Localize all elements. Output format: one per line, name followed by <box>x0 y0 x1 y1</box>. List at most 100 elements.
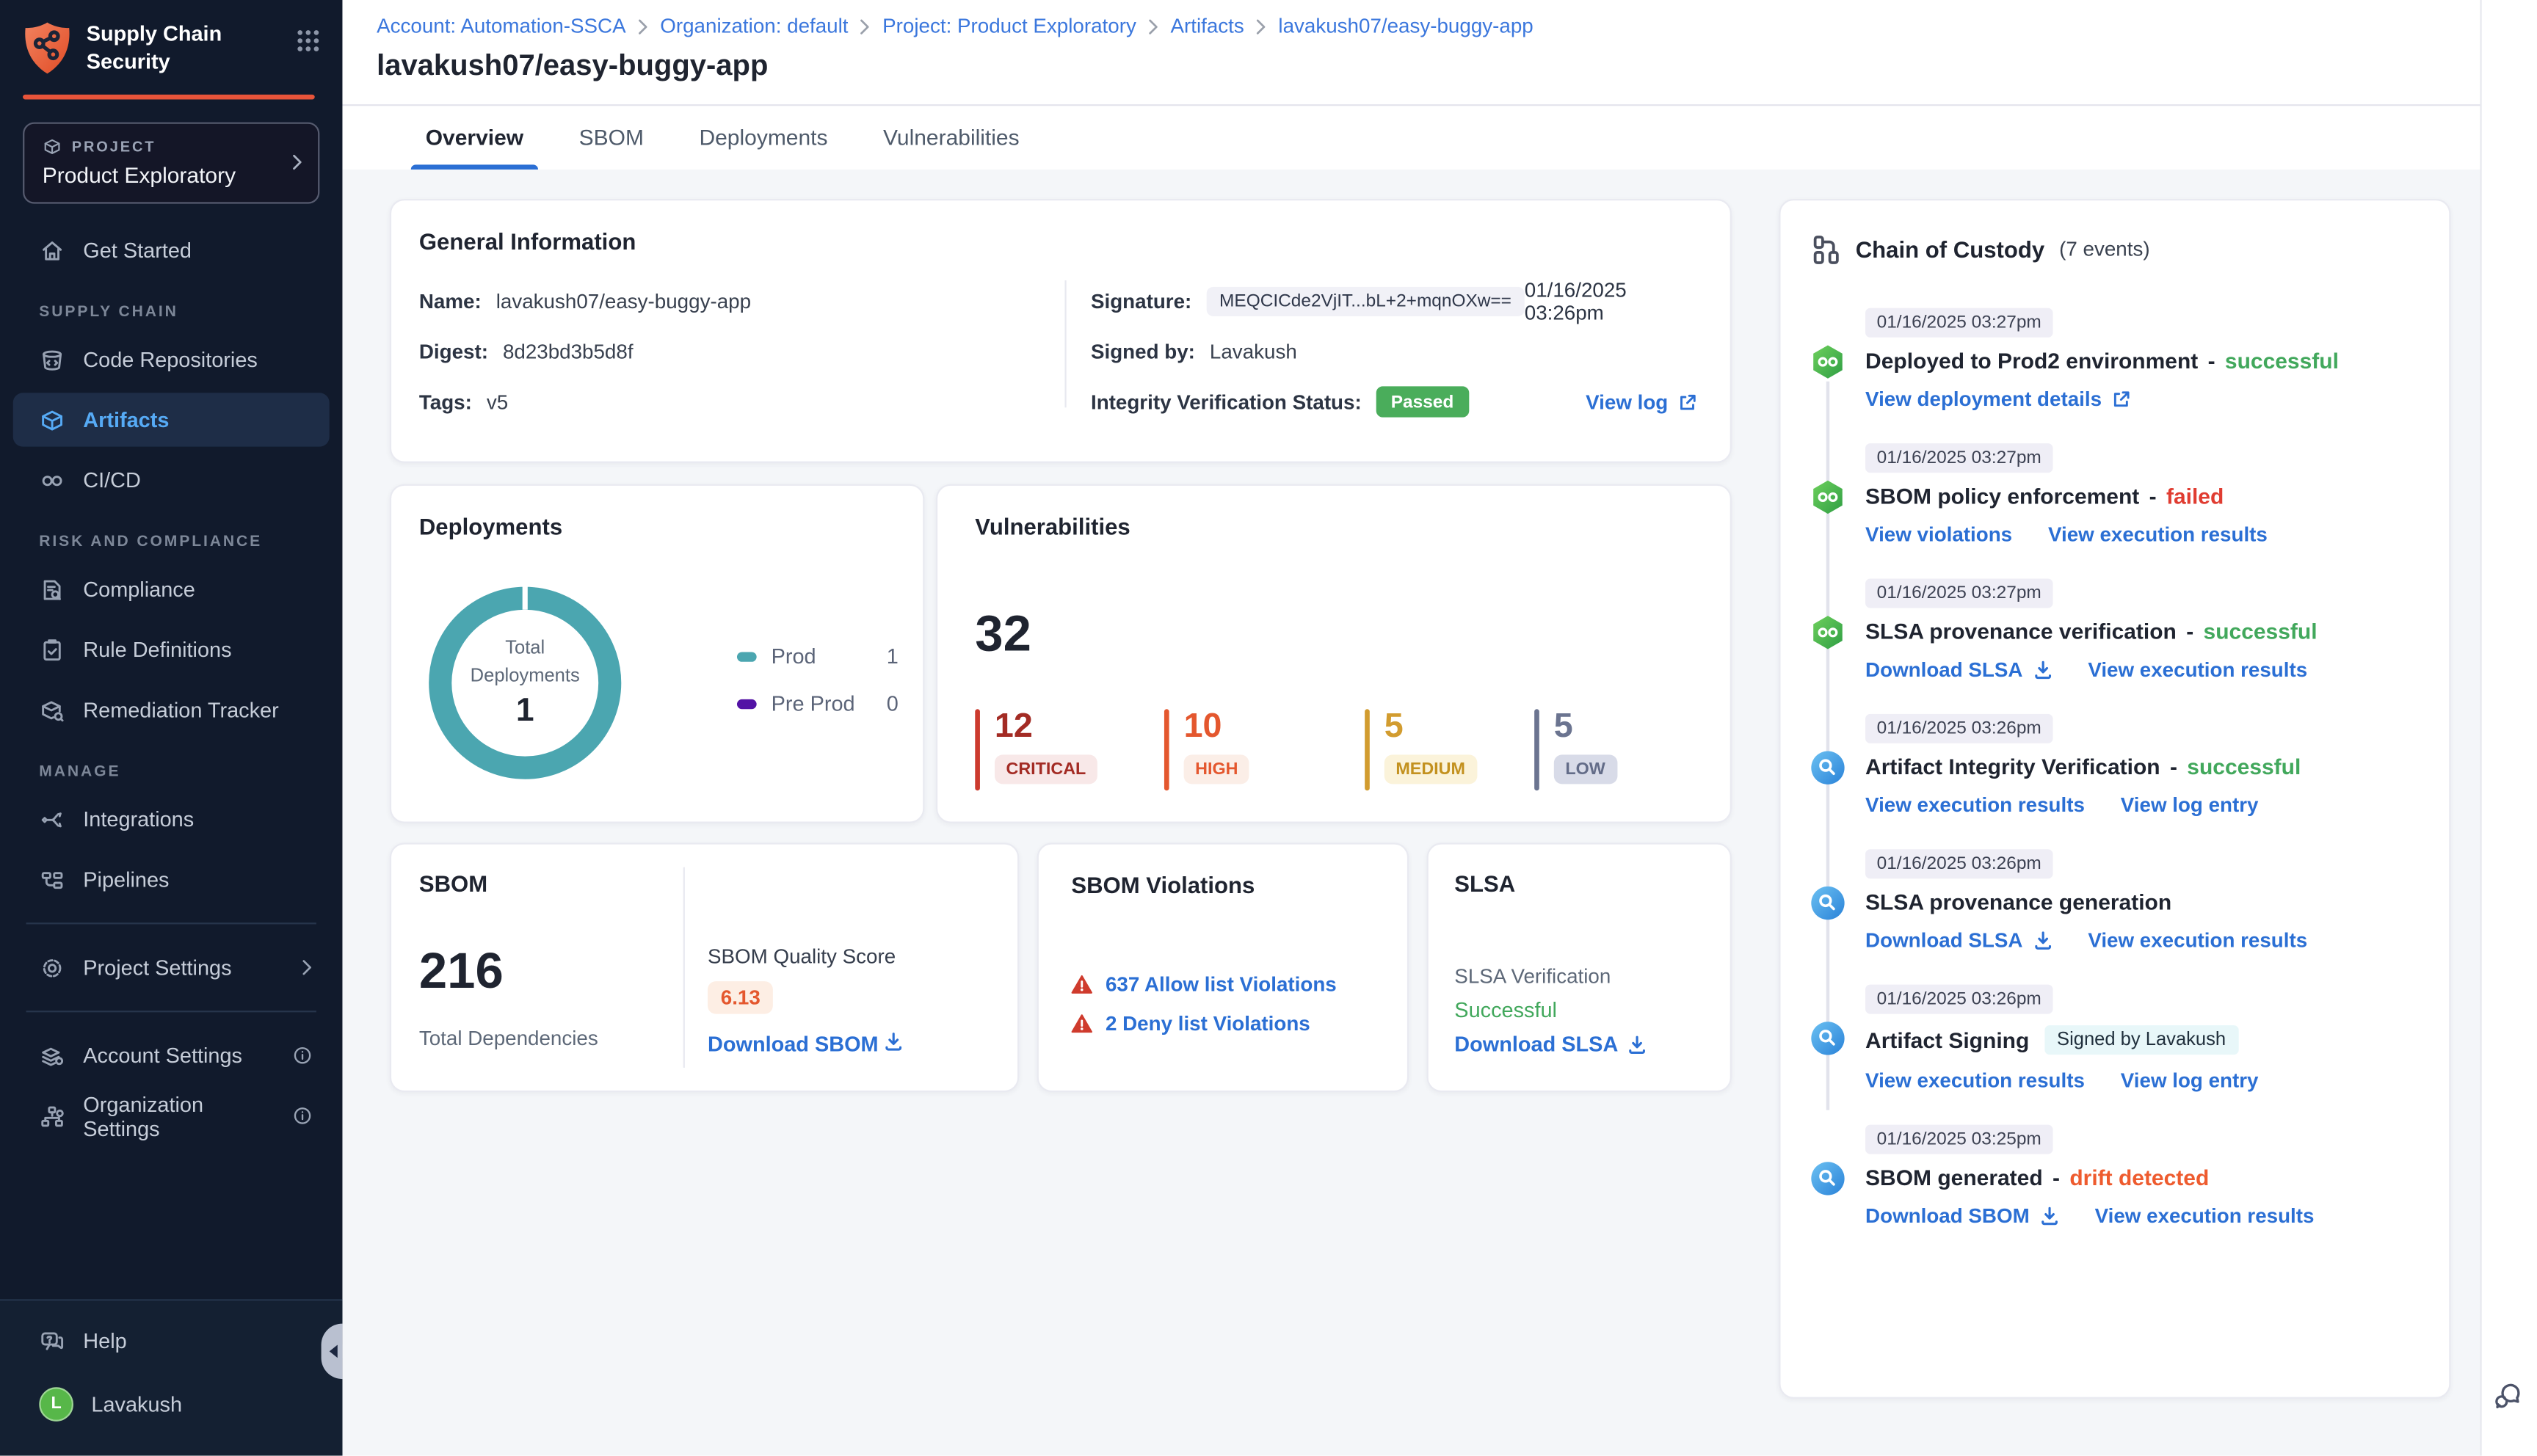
tab-deployments[interactable]: Deployments <box>699 106 827 170</box>
view-violations-link[interactable]: View violations <box>1865 523 2012 546</box>
infinity-icon <box>42 475 62 486</box>
download-slsa-link[interactable]: Download SLSA <box>1454 1032 1647 1056</box>
preprod-swatch-icon <box>736 698 757 709</box>
card-title: SBOM <box>418 870 488 897</box>
link-label: Download SBOM <box>1865 1204 2030 1228</box>
sidebar-item-account-settings[interactable]: Account Settings <box>13 1029 330 1082</box>
sidebar-item-help[interactable]: Help <box>13 1314 330 1368</box>
legend-item-preprod[interactable]: Pre Prod 0 <box>736 691 899 716</box>
separator: - <box>2169 754 2177 779</box>
sidebar-item-project-settings[interactable]: Project Settings <box>13 941 330 994</box>
view-deployment-details-link[interactable]: View deployment details <box>1865 388 2131 411</box>
download-sbom-link[interactable]: Download SBOM <box>1865 1204 2059 1228</box>
scan-step-icon <box>1811 1162 1845 1195</box>
deployments-legend: Prod 1 Pre Prod 0 <box>736 644 899 738</box>
sidebar-item-compliance[interactable]: Compliance <box>13 563 330 616</box>
sidebar-item-get-started[interactable]: Get Started <box>13 224 330 277</box>
artifact-digest: 8d23bd3b5d8f <box>502 340 634 363</box>
chevron-right-icon <box>860 18 870 34</box>
tab-sbom[interactable]: SBOM <box>579 106 644 170</box>
download-icon <box>2041 1206 2058 1226</box>
user-menu[interactable]: L Lavakush <box>13 1375 330 1433</box>
sidebar-item-pipelines[interactable]: Pipelines <box>13 853 330 906</box>
tab-vulnerabilities[interactable]: Vulnerabilities <box>883 106 1020 170</box>
download-icon <box>1630 1035 1646 1053</box>
content-area: General Information Name: lavakush07/easy… <box>342 170 2480 1456</box>
sidebar-item-label: Account Settings <box>83 1044 242 1069</box>
chain-of-custody-card: Chain of Custody (7 events) 01/16/2025 0… <box>1779 198 2451 1399</box>
signature-value[interactable]: MEQCICde2VjIT...bL+2+mqnOXw== <box>1206 285 1525 316</box>
tab-overview[interactable]: Overview <box>410 106 539 170</box>
sidebar-footer: Help L Lavakush <box>0 1299 343 1456</box>
sidebar-item-rule-definitions[interactable]: Rule Definitions <box>13 623 330 677</box>
module-grid-icon[interactable] <box>297 29 319 52</box>
breadcrumb-project[interactable]: Project: Product Exploratory <box>882 15 1136 37</box>
sidebar-item-artifacts[interactable]: Artifacts <box>12 393 330 448</box>
sidebar-item-label: Artifacts <box>83 407 170 433</box>
view-log-entry-link[interactable]: View log entry <box>2121 794 2259 817</box>
deny-list-violations-link[interactable]: 2 Deny list Violations <box>1106 1012 1310 1035</box>
view-log-link[interactable]: View log <box>1586 390 1697 413</box>
event-timestamp: 01/16/2025 03:27pm <box>1865 307 2053 338</box>
legend-item-prod[interactable]: Prod 1 <box>736 644 899 669</box>
sidebar-divider <box>26 922 316 925</box>
separator: - <box>2149 484 2157 509</box>
download-slsa-link[interactable]: Download SLSA <box>1865 658 2052 681</box>
allow-list-violations-row: 637 Allow list Violations <box>1071 973 1337 996</box>
sidebar-item-remediation-tracker[interactable]: Remediation Tracker <box>13 683 330 737</box>
breadcrumb-organization[interactable]: Organization: default <box>660 15 848 37</box>
sidebar-item-label: Get Started <box>83 238 192 263</box>
event-title: Artifact Integrity Verification <box>1865 754 2160 779</box>
custody-event: 01/16/2025 03:27pm SBOM policy enforceme… <box>1810 442 2423 546</box>
breadcrumb-artifacts[interactable]: Artifacts <box>1170 15 1244 37</box>
card-title: Deployments <box>418 513 563 540</box>
sidebar-section-risk-compliance: RISK AND COMPLIANCE <box>39 533 263 552</box>
sbom-violations-card: SBOM Violations 637 Allow list Violation… <box>1037 842 1409 1093</box>
sidebar-item-label: Rule Definitions <box>83 638 232 663</box>
sidebar-nav: Get Started SUPPLY CHAIN Code Repositori… <box>0 204 342 1143</box>
project-selector[interactable]: PROJECT Product Exploratory <box>23 123 320 205</box>
download-sbom-link[interactable]: Download SBOM <box>708 1032 904 1056</box>
severity-bar <box>1164 709 1169 791</box>
pipeline-step-icon <box>1813 616 1843 649</box>
chevron-right-icon <box>302 960 311 975</box>
view-log-entry-link[interactable]: View log entry <box>2121 1069 2259 1092</box>
view-execution-results-link[interactable]: View execution results <box>2095 1204 2315 1227</box>
sidebar-item-integrations[interactable]: Integrations <box>13 793 330 846</box>
help-chat-icon <box>41 1332 64 1350</box>
sidebar-item-cicd[interactable]: CI/CD <box>13 454 330 507</box>
breadcrumb-current[interactable]: lavakush07/easy-buggy-app <box>1278 15 1533 37</box>
deployments-donut-chart: Total Deployments 1 <box>419 577 631 789</box>
view-execution-results-link[interactable]: View execution results <box>2048 523 2268 546</box>
artifacts-box-icon <box>42 410 62 430</box>
slsa-verification-label: SLSA Verification <box>1454 964 1611 989</box>
slsa-verification-status: Successful <box>1454 997 1557 1022</box>
custody-event: 01/16/2025 03:26pm Artifact Integrity Ve… <box>1810 713 2423 817</box>
artifact-name: lavakush07/easy-buggy-app <box>496 289 752 313</box>
event-timestamp: 01/16/2025 03:25pm <box>1865 1124 2053 1154</box>
event-status: successful <box>2203 619 2318 644</box>
deployments-card: Deployments Total Deployments 1 Prod 1 P… <box>389 484 925 823</box>
view-log-label: View log <box>1586 390 1669 414</box>
separator: - <box>2053 1165 2061 1190</box>
view-execution-results-link[interactable]: View execution results <box>1865 1069 2085 1092</box>
sidebar-item-code-repositories[interactable]: Code Repositories <box>13 333 330 387</box>
view-execution-results-link[interactable]: View execution results <box>2088 929 2307 952</box>
chevron-right-icon <box>1148 18 1158 34</box>
info-icon <box>294 1107 311 1125</box>
clipboard-check-icon <box>43 638 61 660</box>
view-execution-results-link[interactable]: View execution results <box>1865 794 2085 817</box>
allow-list-violations-link[interactable]: 637 Allow list Violations <box>1106 973 1337 996</box>
sidebar-item-label: Integrations <box>83 807 195 832</box>
event-title: SBOM policy enforcement <box>1865 484 2140 509</box>
artifact-tags: v5 <box>486 390 509 414</box>
severity-medium: 5 MEDIUM <box>1365 709 1477 791</box>
view-execution-results-link[interactable]: View execution results <box>2088 658 2307 681</box>
supply-chain-security-logo-icon <box>25 22 70 74</box>
signature-timestamp: 01/16/2025 03:26pm <box>1524 277 1627 324</box>
breadcrumb-account[interactable]: Account: Automation-SSCA <box>377 15 626 37</box>
sidebar-item-organization-settings[interactable]: Organization Settings <box>13 1089 330 1143</box>
chat-support-icon[interactable] <box>2493 1380 2525 1412</box>
event-status: drift detected <box>2069 1165 2210 1190</box>
download-slsa-link[interactable]: Download SLSA <box>1865 929 2052 952</box>
